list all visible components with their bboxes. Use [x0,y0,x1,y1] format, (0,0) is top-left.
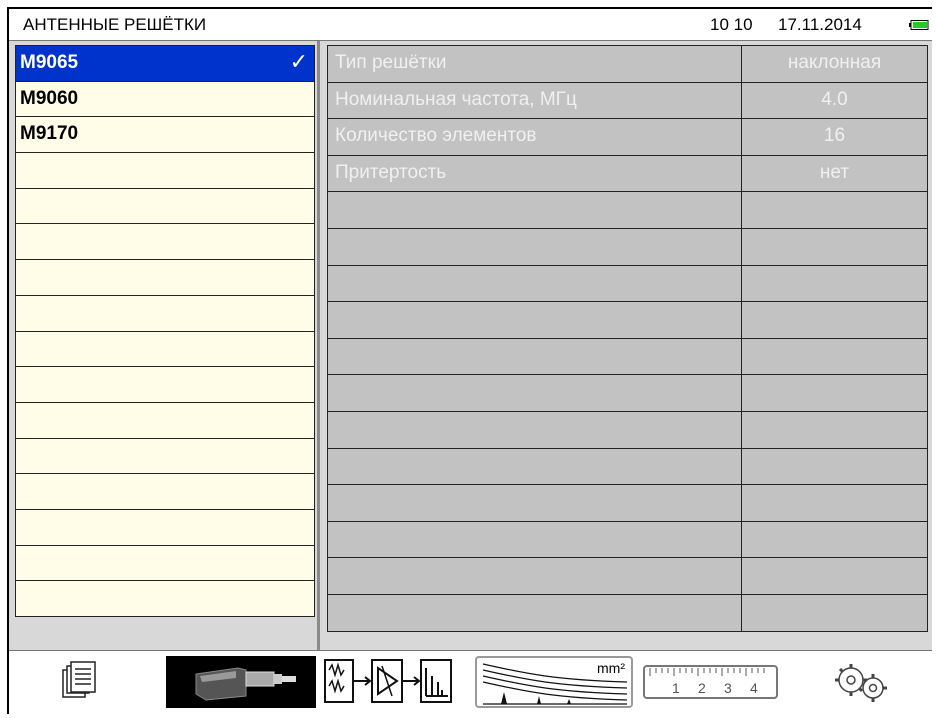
property-name [328,338,742,375]
tvg-unit-label: mm² [597,660,625,676]
property-row [328,521,927,559]
property-row: Притертость нет [328,155,927,193]
array-list-item[interactable] [16,295,314,332]
property-value [742,595,927,631]
property-row [328,338,927,376]
title-bar: АНТЕННЫЕ РЕШЁТКИ 10 10 17.11.2014 [9,9,932,40]
property-row [328,302,927,339]
array-list-item[interactable]: M9060 [16,81,314,118]
property-value [742,522,927,558]
array-list-item[interactable] [16,260,314,296]
property-row: Тип решётки наклонная [328,46,927,83]
clock-date: 17.11.2014 [778,15,862,34]
battery-icon [909,20,929,30]
array-list-item[interactable] [16,545,314,582]
array-list-item-label: M9065 [20,52,79,73]
signal-chain-icon [324,659,452,703]
property-name [328,265,742,302]
array-list-item[interactable] [16,188,314,225]
property-name [328,411,742,448]
property-row [328,558,927,595]
array-list-item[interactable] [16,331,314,368]
array-list-item-label: M9170 [20,123,79,145]
array-list: M9065 ✓ M9060 M9170 [15,45,315,617]
page-title: АНТЕННЫЕ РЕШЁТКИ [23,15,207,34]
property-row: Номинальная частота, МГц 4.0 [328,82,927,120]
signal-chain-button[interactable] [322,656,472,708]
array-list-item-label: M9060 [20,87,79,109]
property-row [328,228,927,266]
settings-button[interactable] [793,656,926,708]
array-list-item[interactable]: M9065 ✓ [16,46,314,82]
property-value [742,558,927,594]
array-list-item[interactable] [16,224,314,261]
property-value [742,192,927,228]
array-list-item[interactable]: M9170 [16,117,314,154]
property-name [328,558,742,594]
probe-icon [195,667,296,701]
probe-button[interactable] [166,656,316,708]
property-row [328,594,927,632]
property-name [328,448,742,485]
property-value [742,266,927,302]
property-name [328,521,742,558]
property-name: Количество элементов [328,119,742,155]
property-row [328,375,927,412]
property-value [742,449,927,485]
property-value: наклонная [787,52,882,73]
properties-table: Тип решётки наклонная Номинальная частота,… [327,45,928,632]
clock-time: 10 10 [710,15,753,34]
settings-gears-icon [835,664,887,702]
checkmark-icon: ✓ [289,49,308,74]
ruler-tick-3: 3 [724,680,732,696]
property-name: Тип решётки [328,46,742,82]
property-name: Номинальная частота, МГц [328,82,742,119]
property-name [328,594,742,631]
ruler-tick-4: 4 [750,680,758,696]
property-value [742,412,927,448]
array-list-item[interactable] [16,367,314,403]
ruler-tick-2: 2 [698,680,706,696]
array-list-item[interactable] [16,402,314,439]
property-value [742,229,927,265]
property-name [328,375,742,411]
property-value: 4.0 [821,88,848,110]
property-row [328,265,927,303]
property-value [742,339,927,375]
property-value [742,485,927,521]
property-value [742,375,927,411]
property-name: Притертость [328,155,742,192]
ruler-button[interactable]: 1 2 3 4 [638,656,785,708]
property-name [328,485,742,521]
array-list-item[interactable] [16,153,314,189]
property-name [328,192,742,228]
property-row [328,411,927,449]
property-name [328,302,742,338]
array-list-item[interactable] [16,438,314,475]
property-value: нет [819,161,850,183]
property-row [328,485,927,522]
array-list-item[interactable] [16,509,314,546]
property-value [742,302,927,338]
property-value: 16 [823,125,846,147]
property-row: Количество элементов 16 [328,119,927,156]
ruler-icon [643,665,778,699]
documents-icon [62,661,96,698]
array-list-item[interactable] [16,474,314,510]
property-row [328,448,927,486]
ruler-tick-1: 1 [672,680,680,696]
property-row [328,192,927,229]
documents-button[interactable] [12,656,156,708]
property-name [328,228,742,265]
array-list-item[interactable] [16,581,314,617]
tvg-curves-button[interactable]: mm² [475,656,633,708]
